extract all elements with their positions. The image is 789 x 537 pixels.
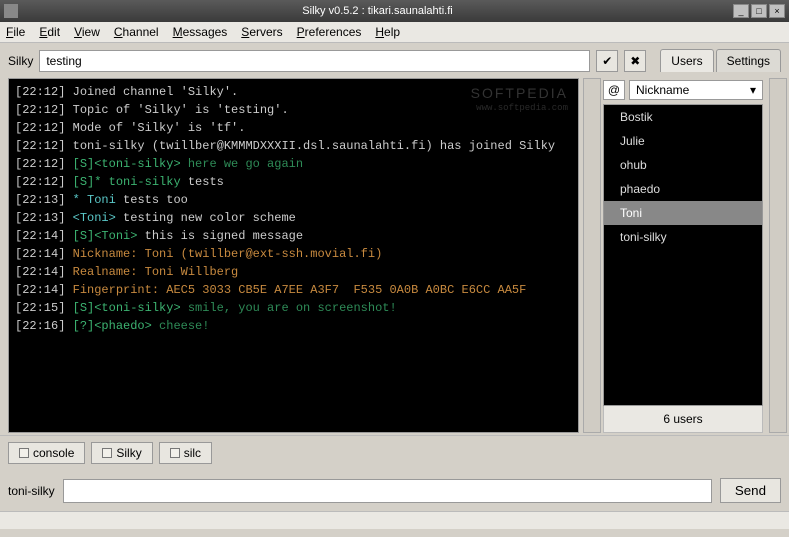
menu-edit[interactable]: Edit	[39, 25, 60, 39]
users-scrollbar[interactable]	[769, 78, 787, 433]
user-count: 6 users	[603, 406, 763, 433]
topic-input[interactable]	[39, 50, 590, 72]
users-panel: @ Nickname ▾ BostikJulieohubphaedoTonito…	[603, 78, 763, 433]
tab-silc[interactable]: silc	[159, 442, 212, 464]
send-button[interactable]: Send	[720, 478, 781, 503]
menu-channel[interactable]: Channel	[114, 25, 159, 39]
close-button[interactable]: ×	[769, 4, 785, 18]
menu-file[interactable]: File	[6, 25, 25, 39]
menu-messages[interactable]: Messages	[173, 25, 228, 39]
tab-icon	[19, 448, 29, 458]
message-input-row: toni-silky Send	[0, 470, 789, 511]
chat-line: [22:13] <Toni> testing new color scheme	[15, 209, 572, 227]
chat-line: [22:12] Mode of 'Silky' is 'tf'.	[15, 119, 572, 137]
user-list-item[interactable]: Toni	[604, 201, 762, 225]
app-icon	[4, 4, 18, 18]
chat-line: [22:12] toni-silky (twillber@KMMMDXXXII.…	[15, 137, 572, 155]
maximize-button[interactable]: □	[751, 4, 767, 18]
menu-view[interactable]: View	[74, 25, 100, 39]
user-list-item[interactable]: phaedo	[604, 177, 762, 201]
window-titlebar: Silky v0.5.2 : tikari.saunalahti.fi _ □ …	[0, 0, 789, 22]
menubar: File Edit View Channel Messages Servers …	[0, 22, 789, 43]
watermark: SOFTPEDIA	[471, 85, 568, 101]
user-list-item[interactable]: Bostik	[604, 105, 762, 129]
tab-users[interactable]: Users	[660, 49, 713, 72]
tab-console[interactable]: console	[8, 442, 85, 464]
window-title: Silky v0.5.2 : tikari.saunalahti.fi	[24, 5, 731, 17]
current-nick: toni-silky	[8, 484, 55, 498]
tab-icon	[102, 448, 112, 458]
channel-tabs: console Silky silc	[0, 435, 789, 470]
menu-servers[interactable]: Servers	[241, 25, 282, 39]
mode-column-header[interactable]: @	[603, 80, 625, 100]
chat-line: [22:16] [?]<phaedo> cheese!	[15, 317, 572, 335]
tab-settings[interactable]: Settings	[716, 49, 781, 72]
nickname-column-header[interactable]: Nickname ▾	[629, 80, 763, 100]
chat-line: [22:14] [S]<Toni> this is signed message	[15, 227, 572, 245]
chat-scrollbar[interactable]	[583, 78, 601, 433]
clear-topic-button[interactable]: ✖	[624, 50, 646, 72]
message-input[interactable]	[63, 479, 712, 503]
channel-label: Silky	[8, 54, 33, 68]
chat-line: [22:13] * Toni tests too	[15, 191, 572, 209]
chat-log: SOFTPEDIA www.softpedia.com [22:12] Join…	[8, 78, 579, 433]
chat-line: [22:12] [S]* toni-silky tests	[15, 173, 572, 191]
menu-help[interactable]: Help	[375, 25, 400, 39]
user-list-item[interactable]: toni-silky	[604, 225, 762, 249]
status-bar	[0, 511, 789, 529]
tab-icon	[170, 448, 180, 458]
apply-topic-button[interactable]: ✔	[596, 50, 618, 72]
chat-line: [22:14] Fingerprint: AEC5 3033 CB5E A7EE…	[15, 281, 572, 299]
menu-preferences[interactable]: Preferences	[297, 25, 362, 39]
user-list-item[interactable]: Julie	[604, 129, 762, 153]
topic-row: Silky ✔ ✖ Users Settings	[0, 43, 789, 78]
minimize-button[interactable]: _	[733, 4, 749, 18]
chat-line: [22:14] Realname: Toni Willberg	[15, 263, 572, 281]
dropdown-icon: ▾	[750, 83, 756, 97]
chat-line: [22:14] Nickname: Toni (twillber@ext-ssh…	[15, 245, 572, 263]
chat-line: [22:15] [S]<toni-silky> smile, you are o…	[15, 299, 572, 317]
user-list: BostikJulieohubphaedoTonitoni-silky	[603, 104, 763, 406]
tab-silky[interactable]: Silky	[91, 442, 152, 464]
user-list-item[interactable]: ohub	[604, 153, 762, 177]
chat-line: [22:12] [S]<toni-silky> here we go again	[15, 155, 572, 173]
watermark-url: www.softpedia.com	[476, 103, 568, 113]
